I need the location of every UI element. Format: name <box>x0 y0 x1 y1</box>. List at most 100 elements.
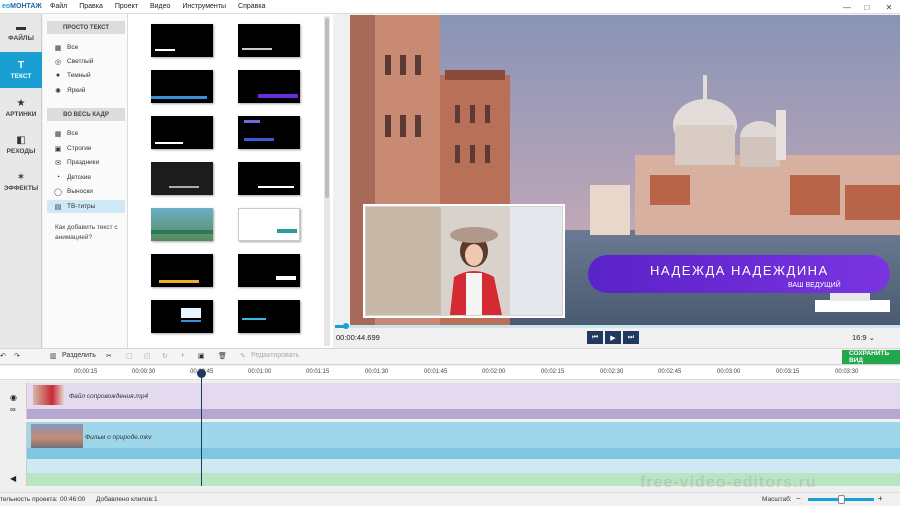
undo-icon[interactable]: ↶ <box>0 352 6 360</box>
edit-button[interactable]: Редактировать <box>251 352 299 359</box>
zoom-in-icon[interactable]: + <box>878 494 883 503</box>
playback-progress-bar[interactable] <box>335 323 900 329</box>
close-icon[interactable]: ✕ <box>882 0 896 14</box>
thumbnails-scrollbar[interactable] <box>324 16 330 346</box>
template-thumb[interactable] <box>151 162 213 195</box>
split-button[interactable]: Разделить <box>62 352 96 359</box>
tv-icon: ▤ <box>54 203 62 211</box>
category-strict[interactable]: ▣ Строгие <box>47 142 125 155</box>
category-label: Детские <box>67 174 92 181</box>
edit-icon[interactable]: ✎ <box>240 352 246 360</box>
playhead-line[interactable] <box>201 370 202 486</box>
dark-icon: ● <box>55 72 61 79</box>
category-holidays[interactable]: ✉ Праздники <box>47 156 125 169</box>
nav-files[interactable]: ▬ ФАЙЛЫ <box>0 14 42 50</box>
audio-track[interactable] <box>27 459 900 473</box>
redo-icon[interactable]: ↷ <box>14 352 20 360</box>
scrollbar-knob[interactable] <box>325 18 329 198</box>
aspect-ratio-select[interactable]: 16:9 ⌄ <box>852 333 875 342</box>
main-clip-name: Фильм о природе.mkv <box>85 434 152 441</box>
timecode-display: 00:00:44.699 <box>336 333 380 342</box>
category-header-simple: ПРОСТО ТЕКСТ <box>47 21 125 34</box>
ruler-tick: 00:02:00 <box>482 369 506 375</box>
category-simple-all[interactable]: ▦ Все <box>47 41 125 54</box>
kids-icon: ◔ <box>55 174 61 181</box>
maximize-icon[interactable]: □ <box>860 0 874 14</box>
clips-value: 1 <box>154 496 158 503</box>
menu-help[interactable]: Справка <box>232 3 271 10</box>
crop-icon[interactable]: ◰ <box>144 352 151 360</box>
template-thumb[interactable] <box>151 70 213 103</box>
category-label: Выноски <box>67 188 93 195</box>
left-nav: ▬ ФАЙЛЫ T ТЕКСТ ★ АРТИНКИ ◧ РЕХОДЫ ✶ ЭФФ… <box>0 14 42 348</box>
template-thumb[interactable] <box>151 300 213 333</box>
category-dark[interactable]: ● Темный <box>47 69 125 82</box>
grid-icon: ▦ <box>54 44 62 52</box>
nav-transitions[interactable]: ◧ РЕХОДЫ <box>0 127 42 163</box>
category-label: ТВ-титры <box>67 203 96 210</box>
menu-edit[interactable]: Правка <box>73 3 109 10</box>
add-marker-icon[interactable]: ▣ <box>198 352 205 360</box>
howto-link[interactable]: Как добавить текст с анимацией? <box>55 223 125 243</box>
link-icon[interactable]: ∞ <box>10 405 16 414</box>
preview-subtitle-text: ВАШ ВЕДУЩИЙ <box>788 280 841 289</box>
template-thumb[interactable] <box>151 116 213 149</box>
volume-icon[interactable]: ◀ <box>10 474 16 483</box>
copy-icon[interactable]: ▢ <box>126 352 133 360</box>
nav-text[interactable]: T ТЕКСТ <box>0 52 42 88</box>
zoom-out-icon[interactable]: − <box>796 494 801 503</box>
template-thumb[interactable] <box>238 254 300 287</box>
category-kids[interactable]: ◔ Детские <box>47 171 125 184</box>
ruler-tick: 00:02:45 <box>658 369 682 375</box>
timeline-ruler[interactable]: 00:00:15 00:00:30 00:00:45 00:01:00 00:0… <box>0 366 900 380</box>
zoom-slider-handle[interactable] <box>838 495 845 504</box>
template-thumb[interactable] <box>238 116 300 149</box>
folder-icon: ▬ <box>16 21 26 33</box>
split-icon[interactable]: ▥ <box>50 352 57 360</box>
template-thumb[interactable] <box>238 300 300 333</box>
cut-icon[interactable]: ✂ <box>106 352 112 360</box>
progress-handle[interactable] <box>343 323 350 329</box>
overlay-track[interactable]: Файл сопровождения.mp4 <box>27 383 900 419</box>
category-label: Все <box>67 44 79 51</box>
minimize-icon[interactable]: — <box>840 0 854 14</box>
playhead-handle[interactable] <box>197 369 206 378</box>
category-label: Яркий <box>67 87 86 94</box>
menu-tools[interactable]: Инструменты <box>176 3 232 10</box>
delete-icon[interactable]: 🗑 <box>218 352 227 360</box>
nav-effects[interactable]: ✶ ЭФФЕКТЫ <box>0 164 42 200</box>
rotate-icon[interactable]: ↻ <box>162 352 168 360</box>
ruler-tick: 00:00:15 <box>74 369 98 375</box>
eye-icon[interactable]: ◉ <box>10 393 17 402</box>
template-thumb[interactable] <box>151 254 213 287</box>
template-thumb[interactable] <box>238 162 300 195</box>
template-thumb[interactable] <box>151 208 213 241</box>
edit-toolbar: ↶ ↷ ▥ Разделить ✂ ▢ ◰ ↻ ◑ ▣ 🗑 ✎ Редактир… <box>0 348 900 365</box>
category-callouts[interactable]: ◯ Выноски <box>47 185 125 198</box>
save-video-button[interactable]: СОХРАНИТЬ ВИД <box>842 350 900 364</box>
ruler-tick: 00:02:30 <box>600 369 624 375</box>
template-thumb[interactable] <box>238 208 300 241</box>
template-thumb[interactable] <box>151 24 213 57</box>
category-header-fullframe: ВО ВЕСЬ КАДР <box>47 108 125 121</box>
main-clip-thumb <box>31 424 83 450</box>
nav-pictures[interactable]: ★ АРТИНКИ <box>0 90 42 126</box>
prev-frame-button[interactable]: ⏮ <box>587 331 603 344</box>
category-tv-titles[interactable]: ▤ ТВ-титры <box>47 200 125 213</box>
category-bright[interactable]: ✺ Яркий <box>47 84 125 97</box>
template-thumb[interactable] <box>238 24 300 57</box>
callout-icon: ◯ <box>54 188 62 196</box>
category-light[interactable]: ◎ Светлый <box>47 55 125 68</box>
play-button[interactable]: ▶ <box>605 331 621 344</box>
next-frame-button[interactable]: ⏭ <box>623 331 639 344</box>
nav-transitions-label: РЕХОДЫ <box>6 147 36 155</box>
menu-project[interactable]: Проект <box>109 3 144 10</box>
menu-video[interactable]: Видео <box>144 3 176 10</box>
effects-icon: ✶ <box>16 171 26 183</box>
menu-file[interactable]: Файл <box>44 3 73 10</box>
category-label: Все <box>67 130 79 137</box>
adjust-icon[interactable]: ◑ <box>180 352 184 359</box>
template-thumb[interactable] <box>238 70 300 103</box>
category-full-all[interactable]: ▦ Все <box>47 127 125 140</box>
main-video-track[interactable]: Фильм о природе.mkv <box>27 422 900 459</box>
